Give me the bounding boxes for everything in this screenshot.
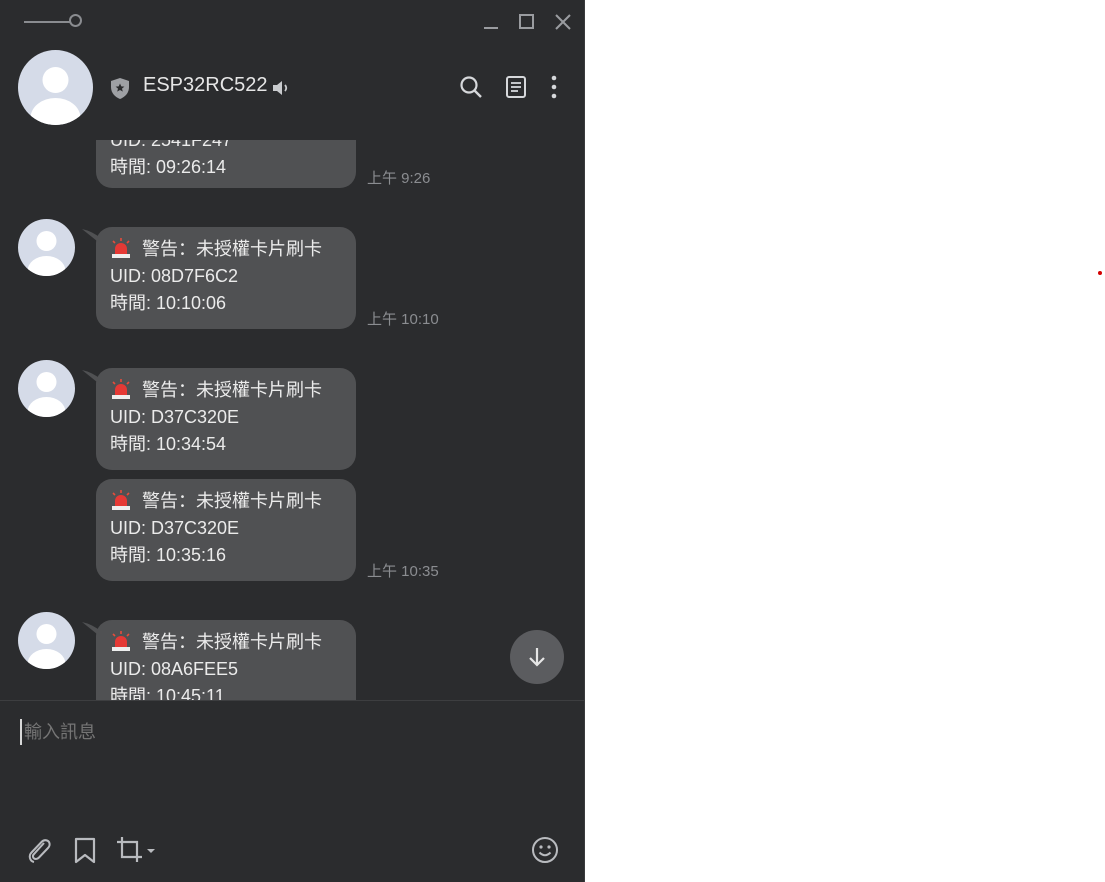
message-timestamp: 上午 10:10 bbox=[367, 311, 439, 328]
sender-avatar[interactable] bbox=[18, 360, 75, 417]
bookmark-icon[interactable] bbox=[70, 835, 100, 865]
minimize-icon[interactable] bbox=[480, 11, 502, 33]
siren-icon bbox=[110, 631, 132, 651]
time-line: 時間: 10:10:06 bbox=[110, 293, 227, 313]
chat-avatar[interactable] bbox=[18, 50, 93, 125]
message-input[interactable] bbox=[20, 719, 564, 745]
time-line: 時間: 10:45:11 bbox=[110, 686, 225, 700]
siren-icon bbox=[110, 238, 132, 258]
scroll-to-bottom-button[interactable] bbox=[510, 630, 564, 684]
time-line: 時間: 10:34:54 bbox=[110, 434, 227, 454]
siren-icon bbox=[110, 379, 132, 399]
message-bubble[interactable]: 警告：未授權卡片刷卡 UID: 08D7F6C2 時間: 10:10:06 bbox=[96, 227, 356, 329]
chat-window: ESP32RC522 UID: 2541F247 時間: 09:26:14 上午… bbox=[0, 0, 585, 882]
time-line: 時間: 10:35:16 bbox=[110, 545, 227, 565]
uid-line: UID: 08A6FEE5 bbox=[110, 659, 239, 679]
time-line: 時間: 09:26:14 bbox=[110, 157, 227, 177]
message-bubble[interactable]: 警告：未授權卡片刷卡 UID: D37C320E 時間: 10:35:16 bbox=[96, 479, 356, 581]
chat-title[interactable]: ESP32RC522 bbox=[143, 74, 268, 97]
maximize-icon[interactable] bbox=[516, 11, 538, 33]
siren-icon bbox=[110, 490, 132, 510]
message-bubble[interactable]: UID: 2541F247 時間: 09:26:14 bbox=[96, 140, 356, 188]
uid-line: UID: D37C320E bbox=[110, 518, 240, 538]
paperclip-icon[interactable] bbox=[24, 835, 54, 865]
emoji-icon[interactable] bbox=[530, 835, 560, 865]
notes-icon[interactable] bbox=[503, 74, 529, 100]
message-timestamp: 上午 9:26 bbox=[367, 170, 431, 187]
search-icon[interactable] bbox=[458, 74, 484, 100]
alert-text: 警告：未授權卡片刷卡 bbox=[142, 632, 322, 652]
uid-line: UID: 2541F247 bbox=[110, 140, 233, 150]
more-icon[interactable] bbox=[541, 74, 567, 100]
title-bar bbox=[0, 0, 584, 44]
alert-text: 警告：未授權卡片刷卡 bbox=[142, 491, 322, 511]
alert-text: 警告：未授權卡片刷卡 bbox=[142, 239, 322, 259]
message-bubble[interactable]: 警告：未授權卡片刷卡 UID: D37C320E 時間: 10:34:54 bbox=[96, 368, 356, 470]
shield-icon bbox=[108, 76, 132, 100]
message-bubble[interactable]: 警告：未授權卡片刷卡 UID: 08A6FEE5 時間: 10:45:11 bbox=[96, 620, 356, 700]
speaker-icon bbox=[270, 77, 292, 99]
sender-avatar[interactable] bbox=[18, 612, 75, 669]
crop-screenshot-icon[interactable] bbox=[115, 835, 157, 865]
message-list[interactable]: UID: 2541F247 時間: 09:26:14 上午 9:26 警告：未授… bbox=[0, 140, 584, 700]
opacity-slider-knob[interactable] bbox=[69, 14, 82, 27]
message-composer bbox=[0, 700, 584, 882]
arrow-down-icon bbox=[529, 648, 545, 667]
uid-line: UID: 08D7F6C2 bbox=[110, 266, 239, 286]
cursor-dot bbox=[1098, 271, 1102, 275]
opacity-slider-track[interactable] bbox=[24, 21, 72, 23]
alert-text: 警告：未授權卡片刷卡 bbox=[142, 380, 322, 400]
sender-avatar[interactable] bbox=[18, 219, 75, 276]
uid-line: UID: D37C320E bbox=[110, 407, 240, 427]
chat-header: ESP32RC522 bbox=[0, 44, 584, 134]
close-icon[interactable] bbox=[552, 11, 574, 33]
message-timestamp: 上午 10:35 bbox=[367, 563, 439, 580]
